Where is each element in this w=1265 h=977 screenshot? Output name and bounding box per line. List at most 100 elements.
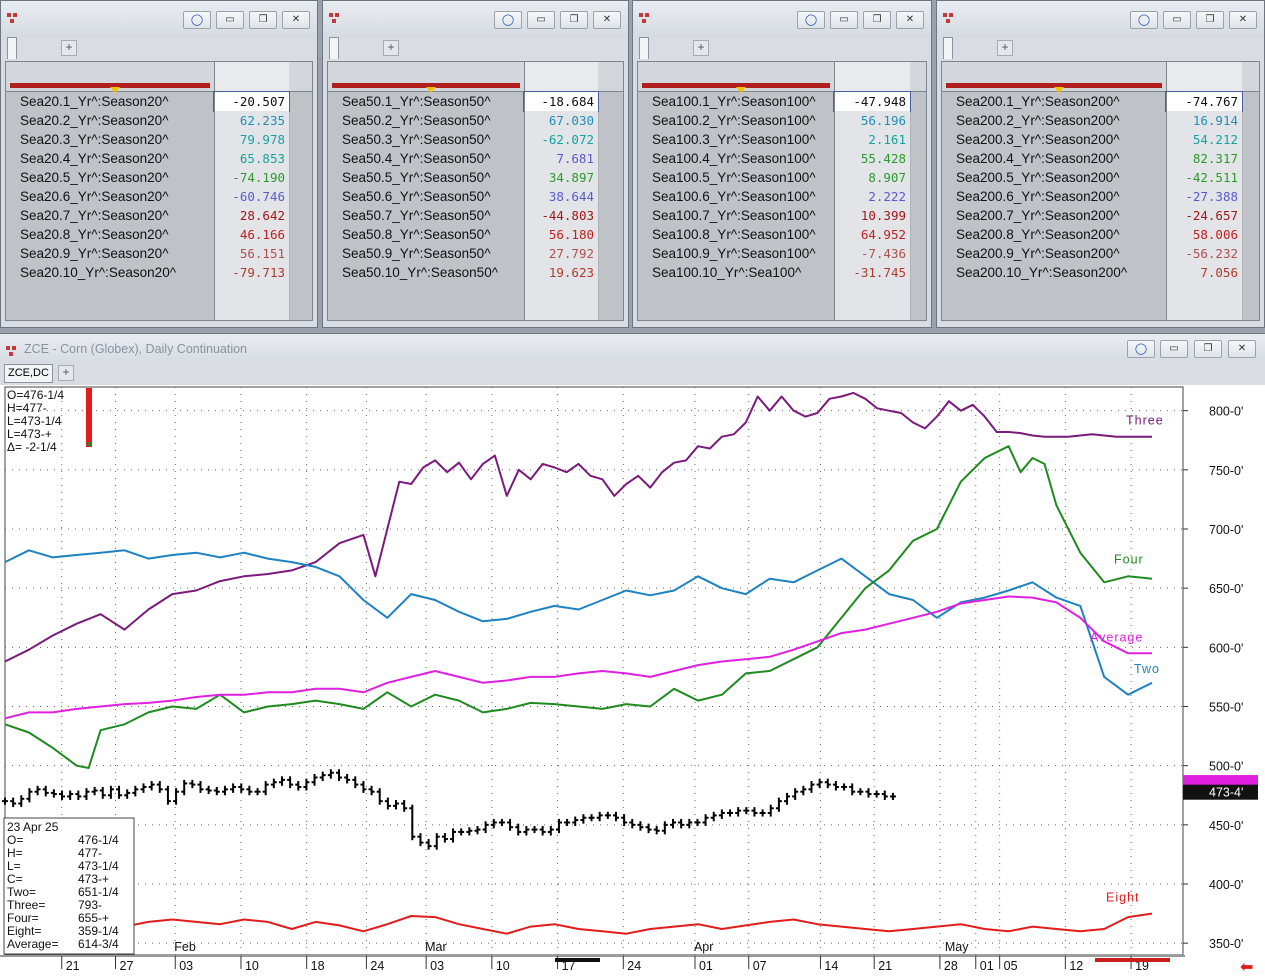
value-cell[interactable]: 58.006	[1166, 225, 1242, 244]
symbol-cell[interactable]: Sea200.8_Yr^:Season200^	[942, 225, 1120, 244]
value-cell[interactable]: -24.657	[1166, 206, 1242, 225]
table-row[interactable]: Sea200.6_Yr^:Season200^ -27.388	[942, 187, 1242, 206]
table-row[interactable]: Sea200.3_Yr^:Season200^ 54.212	[942, 130, 1242, 149]
symbol-cell[interactable]: Sea200.3_Yr^:Season200^	[942, 130, 1120, 149]
add-tab-button[interactable]: +	[61, 40, 77, 56]
table-row[interactable]: Sea20.1_Yr^:Season20^ -20.507	[6, 91, 290, 112]
value-cell[interactable]: 56.180	[524, 225, 598, 244]
table-row[interactable]: Sea100.5_Yr^:Season100^ 8.907	[638, 168, 910, 187]
symbol-cell[interactable]: Sea50.2_Yr^:Season50^	[328, 111, 491, 130]
table-row[interactable]: Sea200.5_Yr^:Season200^ -42.511	[942, 168, 1242, 187]
symbol-cell[interactable]: Sea20.7_Yr^:Season20^	[6, 206, 169, 225]
value-cell[interactable]: 38.644	[524, 187, 598, 206]
value-cell[interactable]: -47.948	[833, 91, 911, 112]
bar-ddc-header[interactable]	[214, 62, 289, 92]
symbol-cell[interactable]: Sea50.9_Yr^:Season50^	[328, 244, 491, 263]
value-cell[interactable]: -20.507	[213, 91, 290, 112]
quote-grid[interactable]: Sea200.1_Yr^:Season200^ -74.767 Sea200.2_Y…	[941, 61, 1260, 321]
table-row[interactable]: Sea20.3_Yr^:Season20^ 79.978	[6, 130, 289, 149]
symbol-cell[interactable]: Sea100.2_Yr^:Season100^	[638, 111, 816, 130]
symbol-cell[interactable]: Sea50.5_Yr^:Season50^	[328, 168, 491, 187]
table-row[interactable]: Sea20.4_Yr^:Season20^ 65.853	[6, 149, 289, 168]
value-cell[interactable]: -42.511	[1166, 168, 1242, 187]
symbol-cell[interactable]: Sea20.2_Yr^:Season20^	[6, 111, 169, 130]
value-cell[interactable]: 65.853	[214, 149, 289, 168]
symbol-cell[interactable]: Sea200.2_Yr^:Season200^	[942, 111, 1120, 130]
value-cell[interactable]: 2.161	[834, 130, 910, 149]
value-cell[interactable]: 54.212	[1166, 130, 1242, 149]
value-cell[interactable]: 56.151	[214, 244, 289, 263]
table-row[interactable]: Sea100.7_Yr^:Season100^ 10.399	[638, 206, 910, 225]
value-cell[interactable]: 2.222	[834, 187, 910, 206]
minimize-button[interactable]: ▭	[527, 11, 555, 29]
symbol-cell[interactable]: Sea50.7_Yr^:Season50^	[328, 206, 491, 225]
value-cell[interactable]: -74.190	[214, 168, 289, 187]
table-row[interactable]: Sea200.10_Yr^:Season200^ 7.056	[942, 263, 1242, 282]
value-cell[interactable]: 64.952	[834, 225, 910, 244]
symbol-cell[interactable]: Sea20.1_Yr^:Season20^	[6, 92, 169, 111]
symbol-cell[interactable]: Sea200.9_Yr^:Season200^	[942, 244, 1120, 263]
value-cell[interactable]: 67.030	[524, 111, 598, 130]
table-row[interactable]: Sea100.6_Yr^:Season100^ 2.222	[638, 187, 910, 206]
table-row[interactable]: Sea100.8_Yr^:Season100^ 64.952	[638, 225, 910, 244]
add-tab-button[interactable]: +	[58, 365, 74, 381]
table-row[interactable]: Sea100.4_Yr^:Season100^ 55.428	[638, 149, 910, 168]
symbol-cell[interactable]: Sea100.5_Yr^:Season100^	[638, 168, 816, 187]
symbol-cell[interactable]: Sea50.10_Yr^:Season50^	[328, 263, 498, 282]
symbol-cell[interactable]: Sea50.8_Yr^:Season50^	[328, 225, 491, 244]
table-row[interactable]: Sea100.1_Yr^:Season100^ -47.948	[638, 91, 911, 112]
value-cell[interactable]: 10.399	[834, 206, 910, 225]
symbol-cell[interactable]: Sea50.6_Yr^:Season50^	[328, 187, 491, 206]
symbol-cell[interactable]: Sea20.6_Yr^:Season20^	[6, 187, 169, 206]
table-row[interactable]: Sea50.7_Yr^:Season50^ -44.803	[328, 206, 598, 225]
symbol-cell[interactable]: Sea200.4_Yr^:Season200^	[942, 149, 1120, 168]
symbol-cell[interactable]: Sea200.10_Yr^:Season200^	[942, 263, 1127, 282]
value-cell[interactable]: 8.907	[834, 168, 910, 187]
table-row[interactable]: Sea100.9_Yr^:Season100^ -7.436	[638, 244, 910, 263]
chart-titlebar[interactable]: ZCE - Corn (Globex), Daily Continuation …	[0, 334, 1265, 364]
value-cell[interactable]: 62.235	[214, 111, 289, 130]
value-cell[interactable]: -18.684	[523, 91, 599, 112]
restore-button[interactable]: ❐	[1194, 340, 1222, 358]
table-row[interactable]: Sea20.8_Yr^:Season20^ 46.166	[6, 225, 289, 244]
restore-button[interactable]: ❐	[1196, 11, 1224, 29]
restore-button[interactable]: ❐	[863, 11, 891, 29]
tab-zcen25[interactable]	[329, 37, 339, 59]
add-tab-button[interactable]: +	[383, 40, 399, 56]
link-icon[interactable]: ◯	[797, 11, 825, 29]
minimize-button[interactable]: ▭	[1163, 11, 1191, 29]
symbol-cell[interactable]: Sea20.9_Yr^:Season20^	[6, 244, 169, 263]
value-cell[interactable]: 82.317	[1166, 149, 1242, 168]
value-cell[interactable]: 56.196	[834, 111, 910, 130]
symbol-cell[interactable]: Sea50.3_Yr^:Season50^	[328, 130, 491, 149]
value-cell[interactable]: -7.436	[834, 244, 910, 263]
value-cell[interactable]: 7.056	[1166, 263, 1242, 282]
value-cell[interactable]: 28.642	[214, 206, 289, 225]
link-icon[interactable]: ◯	[1130, 11, 1158, 29]
tab-zcen25[interactable]	[7, 37, 17, 59]
symbol-cell[interactable]: Sea200.6_Yr^:Season200^	[942, 187, 1120, 206]
symbol-cell[interactable]: Sea50.1_Yr^:Season50^	[328, 92, 491, 111]
value-cell[interactable]: 55.428	[834, 149, 910, 168]
bar-ddc-header[interactable]	[524, 62, 598, 92]
table-row[interactable]: Sea200.1_Yr^:Season200^ -74.767	[942, 91, 1243, 112]
table-row[interactable]: Sea20.5_Yr^:Season20^ -74.190	[6, 168, 289, 187]
price-chart[interactable]: 800-0' 750-0' 700-0' 650-0' 600-0' 550-0' 500-…	[0, 385, 1265, 977]
scroll-right-arrow-icon[interactable]: ⬅	[1240, 959, 1253, 976]
value-cell[interactable]: 46.166	[214, 225, 289, 244]
minimize-button[interactable]: ▭	[1160, 340, 1188, 358]
symbol-cell[interactable]: Sea100.7_Yr^:Season100^	[638, 206, 816, 225]
imon-titlebar[interactable]: ◯ ▭ ❐ ✕	[633, 1, 931, 37]
restore-button[interactable]: ❐	[560, 11, 588, 29]
imon-titlebar[interactable]: ◯ ▭ ❐ ✕	[937, 1, 1264, 37]
add-tab-button[interactable]: +	[693, 40, 709, 56]
scroll-range-marker[interactable]	[1095, 958, 1170, 962]
minimize-button[interactable]: ▭	[216, 11, 244, 29]
link-icon[interactable]: ◯	[494, 11, 522, 29]
table-row[interactable]: Sea20.6_Yr^:Season20^ -60.746	[6, 187, 289, 206]
symbol-cell[interactable]: Sea100.1_Yr^:Season100^	[638, 92, 816, 111]
symbol-cell[interactable]: Sea50.4_Yr^:Season50^	[328, 149, 491, 168]
restore-button[interactable]: ❐	[249, 11, 277, 29]
imon-titlebar[interactable]: ◯ ▭ ❐ ✕	[1, 1, 317, 37]
symbol-cell[interactable]: Sea200.1_Yr^:Season200^	[942, 92, 1120, 111]
